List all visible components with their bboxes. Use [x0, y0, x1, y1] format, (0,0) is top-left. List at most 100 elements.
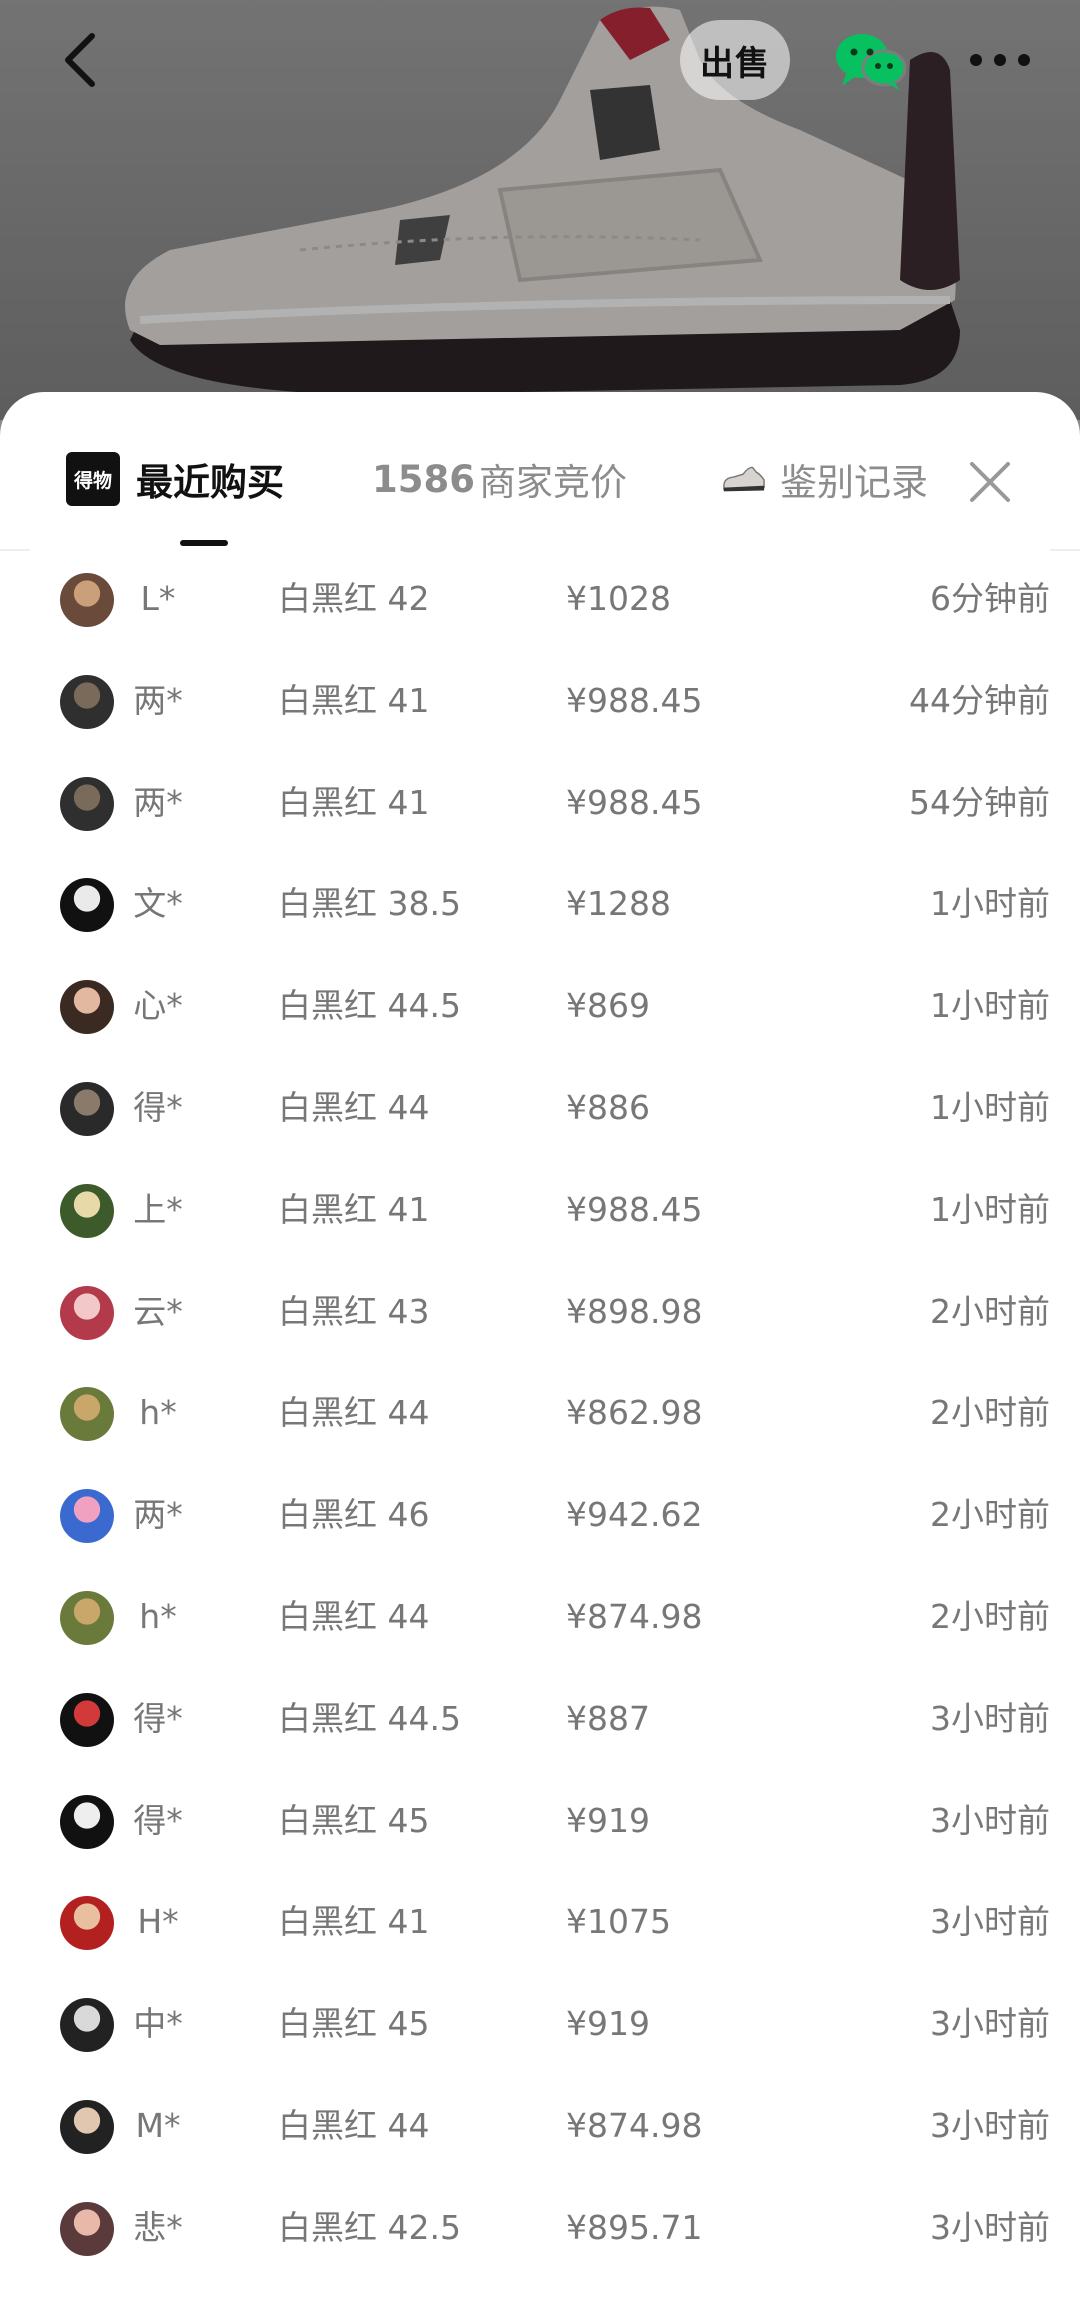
list-item: 上* 白黑红 41 ¥988.45 1小时前 — [30, 1160, 1050, 1262]
list-item: H* 白黑红 41 ¥1075 3小时前 — [30, 1872, 1050, 1974]
list-item: 云* 白黑红 43 ¥898.98 2小时前 — [30, 1262, 1050, 1364]
time-ago: 2小时前 — [930, 1291, 1050, 1331]
list-item: 得* 白黑红 44.5 ¥887 3小时前 — [30, 1669, 1050, 1771]
screen: 出售 得物 最近购买 1586 商家竞价 鉴别记录 L* 白黑红 42 ¥102… — [0, 0, 1080, 2299]
list-item: 文* 白黑红 38.5 ¥1288 1小时前 — [30, 854, 1050, 956]
active-tab-indicator — [180, 540, 228, 546]
avatar — [60, 674, 114, 729]
price: ¥895.71 — [566, 2207, 703, 2247]
time-ago: 1小时前 — [930, 884, 1050, 924]
user-name: h* — [139, 1393, 177, 1433]
item-spec: 白黑红 44 — [278, 1597, 430, 1636]
back-button[interactable] — [40, 20, 120, 100]
avatar — [60, 1387, 114, 1442]
item-spec: 白黑红 44 — [278, 2106, 430, 2145]
price: ¥887 — [566, 1698, 650, 1738]
shoe-thumbnail-icon — [723, 466, 765, 492]
dewu-logo: 得物 — [66, 452, 120, 506]
price: ¥898.98 — [566, 1291, 703, 1331]
avatar — [60, 1285, 114, 1340]
tab-merchant-bids[interactable]: 1586 商家竞价 — [372, 452, 627, 506]
time-ago: 3小时前 — [930, 2106, 1050, 2145]
avatar — [60, 2100, 114, 2154]
time-ago: 3小时前 — [930, 1698, 1050, 1738]
avatar — [60, 878, 114, 933]
tab-authentication-records[interactable]: 鉴别记录 — [722, 452, 928, 506]
avatar — [60, 1998, 114, 2053]
item-spec: 白黑红 43 — [278, 1291, 430, 1331]
time-ago: 44分钟前 — [909, 680, 1050, 720]
price: ¥874.98 — [566, 2106, 703, 2145]
price: ¥862.98 — [566, 1393, 703, 1433]
item-spec: 白黑红 44 — [278, 1393, 430, 1433]
avatar — [60, 1692, 114, 1747]
user-name: 得* — [133, 1800, 183, 1840]
more-icon — [970, 54, 1030, 66]
avatar — [60, 2201, 114, 2256]
records-panel: 得物 最近购买 1586 商家竞价 鉴别记录 L* 白黑红 42 ¥1028 6… — [0, 392, 1080, 2299]
avatar — [60, 1082, 114, 1136]
item-spec: 白黑红 38.5 — [278, 884, 461, 924]
item-spec: 白黑红 41 — [278, 680, 430, 720]
price: ¥869 — [566, 986, 650, 1026]
time-ago: 3小时前 — [930, 2207, 1050, 2247]
list-item: 两* 白黑红 41 ¥988.45 44分钟前 — [30, 651, 1050, 753]
list-item: 中* 白黑红 45 ¥919 3小时前 — [30, 1974, 1050, 2076]
price: ¥1288 — [566, 884, 671, 924]
item-spec: 白黑红 41 — [278, 782, 430, 822]
more-button[interactable] — [960, 20, 1040, 100]
user-name: 中* — [133, 2004, 183, 2044]
list-item: 得* 白黑红 44 ¥886 1小时前 — [30, 1058, 1050, 1160]
user-name: H* — [137, 1902, 179, 1942]
item-spec: 白黑红 42.5 — [278, 2207, 461, 2247]
user-name: 得* — [133, 1088, 183, 1127]
list-item: L* 白黑红 42 ¥1028 6分钟前 — [30, 549, 1050, 651]
avatar — [60, 573, 114, 627]
tab-recent-purchases[interactable]: 得物 最近购买 — [66, 452, 284, 506]
price: ¥988.45 — [566, 1189, 703, 1229]
avatar — [60, 1896, 114, 1951]
time-ago: 54分钟前 — [909, 782, 1050, 822]
time-ago: 3小时前 — [930, 1800, 1050, 1840]
price: ¥874.98 — [566, 1597, 703, 1636]
time-ago: 1小时前 — [930, 1189, 1050, 1229]
time-ago: 3小时前 — [930, 2004, 1050, 2044]
list-item: h* 白黑红 44 ¥874.98 2小时前 — [30, 1567, 1050, 1669]
list-item: 两* 白黑红 46 ¥942.62 2小时前 — [30, 1465, 1050, 1567]
item-spec: 白黑红 41 — [278, 1189, 430, 1229]
price: ¥919 — [566, 1800, 650, 1840]
tab-bar: 得物 最近购买 1586 商家竞价 鉴别记录 — [0, 392, 1080, 551]
user-name: 上* — [133, 1189, 183, 1229]
wechat-share-button[interactable] — [825, 20, 915, 100]
close-button[interactable] — [960, 452, 1020, 512]
list-item: M* 白黑红 44 ¥874.98 3小时前 — [30, 2076, 1050, 2178]
price: ¥1075 — [566, 1902, 671, 1942]
time-ago: 6分钟前 — [930, 579, 1050, 618]
item-spec: 白黑红 42 — [278, 579, 430, 618]
tab-label: 最近购买 — [136, 461, 284, 504]
tab-label: 鉴别记录 — [780, 461, 928, 504]
item-spec: 白黑红 41 — [278, 1902, 430, 1942]
user-name: 两* — [133, 1495, 183, 1535]
avatar — [60, 1489, 114, 1544]
tab-count: 1586 — [372, 457, 475, 501]
price: ¥919 — [566, 2004, 650, 2044]
price: ¥988.45 — [566, 680, 703, 720]
purchase-record-list[interactable]: L* 白黑红 42 ¥1028 6分钟前 两* 白黑红 41 ¥988.45 44分钟前 两* 白… — [30, 549, 1050, 2299]
item-spec: 白黑红 45 — [278, 2004, 430, 2044]
item-spec: 白黑红 44 — [278, 1088, 430, 1127]
user-name: L* — [140, 579, 176, 618]
sell-label: 出售 — [700, 43, 770, 84]
user-name: 心* — [133, 986, 183, 1026]
time-ago: 1小时前 — [930, 1088, 1050, 1127]
list-item: 悲* 白黑红 42.5 ¥895.71 3小时前 — [30, 2178, 1050, 2280]
item-spec: 白黑红 44.5 — [278, 1698, 461, 1738]
time-ago: 2小时前 — [930, 1597, 1050, 1636]
sell-button[interactable]: 出售 — [680, 20, 790, 100]
item-spec: 白黑红 46 — [278, 1495, 430, 1535]
item-spec: 白黑红 44.5 — [278, 986, 461, 1026]
user-name: 云* — [133, 1291, 183, 1331]
price: ¥988.45 — [566, 782, 703, 822]
list-item: h* 白黑红 44 ¥862.98 2小时前 — [30, 1363, 1050, 1465]
user-name: 悲* — [133, 2207, 183, 2247]
